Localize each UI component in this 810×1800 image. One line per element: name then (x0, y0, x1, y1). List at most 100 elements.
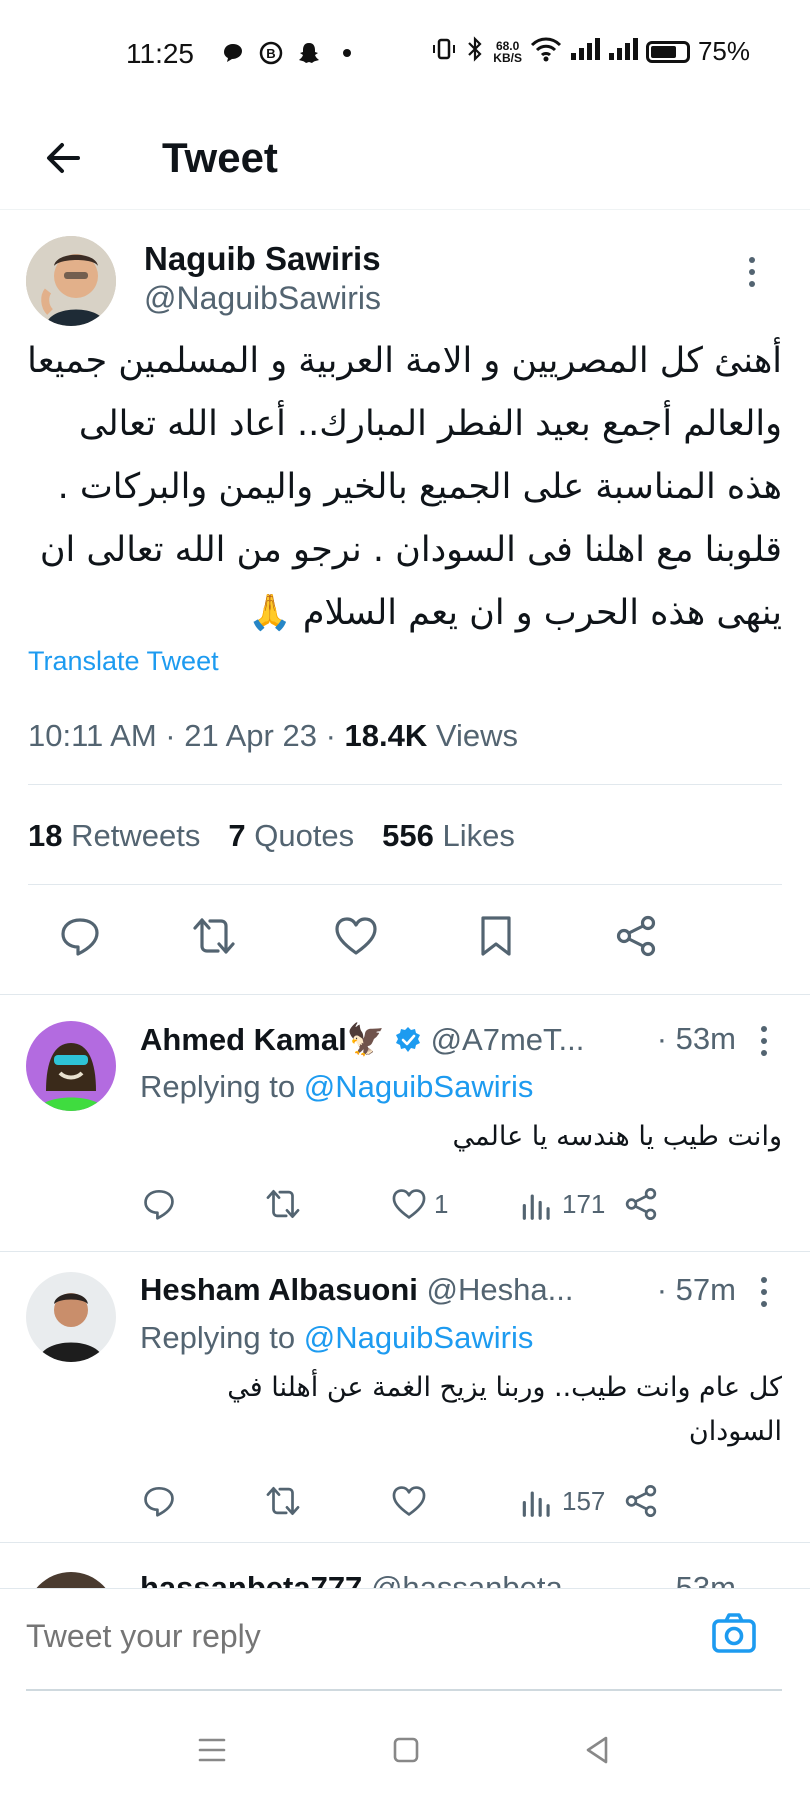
camera-icon[interactable] (710, 1609, 758, 1657)
reply-icon (144, 1486, 174, 1517)
tweet-date: 21 Apr 23 (184, 718, 317, 753)
views-count: 18.4K (344, 718, 428, 753)
retweets-count: 18 (28, 818, 63, 853)
views-action[interactable]: 157 (518, 1482, 605, 1520)
views-count: 157 (562, 1485, 606, 1516)
author-name[interactable]: Naguib Sawiris (144, 240, 381, 278)
share-icon[interactable] (612, 912, 660, 960)
like-count: 1 (434, 1188, 449, 1219)
battery-icon (645, 40, 690, 63)
retweets-stat[interactable]: 18 Retweets (28, 818, 200, 854)
reply-item[interactable]: Ahmed Kamal🦅 @A7meT... · 53m Replying to… (0, 995, 810, 1251)
tweet-text: أهنئ كل المصريين و الامة العربية و المسل… (27, 341, 782, 633)
quotes-label: Quotes (254, 818, 355, 853)
retweet-action[interactable] (264, 1482, 302, 1520)
replying-to-link[interactable]: @NaguibSawiris (304, 1069, 534, 1104)
views-action[interactable]: 171 (518, 1185, 605, 1223)
replying-prefix: Replying to (140, 1320, 296, 1355)
home-square-icon[interactable] (386, 1730, 426, 1770)
divider (0, 1542, 810, 1543)
reply-input[interactable] (26, 1611, 676, 1661)
signal-icon (608, 37, 638, 66)
reply-author-name[interactable]: Ahmed Kamal🦅 (140, 1022, 385, 1057)
reply-author-handle[interactable]: @hassanbeta... (371, 1570, 589, 1588)
reply-action[interactable] (140, 1482, 178, 1520)
bluetooth-icon (465, 36, 485, 67)
reply-author-handle[interactable]: @A7meT... (431, 1022, 585, 1057)
top-app-bar: Tweet (0, 110, 810, 210)
like-action[interactable] (390, 1482, 428, 1520)
bookmark-icon[interactable] (472, 912, 520, 960)
dot-icon (334, 40, 360, 66)
status-bar: 11:25 B 68.0 KB/S 75% (0, 0, 810, 110)
battery-percent: 75% (697, 36, 750, 66)
views-label[interactable]: Views (436, 718, 518, 753)
vibrate-icon (431, 36, 457, 67)
reply-time: · 53m (650, 1570, 736, 1588)
reply-actions: 157 (140, 1482, 770, 1526)
likes-label: Likes (442, 818, 515, 853)
like-icon[interactable] (332, 912, 380, 960)
reply-header: hassanbeta777 @hassanbeta... (140, 1570, 589, 1588)
views-chart-icon (522, 1194, 550, 1220)
share-icon (625, 1485, 657, 1517)
reply-item-partial[interactable]: hassanbeta777 @hassanbeta... · 53m (0, 1548, 810, 1588)
more-options-icon[interactable] (746, 254, 758, 290)
svg-text:B: B (266, 46, 275, 61)
replying-prefix: Replying to (140, 1069, 296, 1104)
divider (28, 884, 782, 885)
author-avatar[interactable] (26, 236, 116, 326)
signal-icon (570, 37, 600, 66)
like-action[interactable]: 1 (390, 1185, 448, 1223)
replying-to-link[interactable]: @NaguibSawiris (304, 1320, 534, 1355)
notification-icons: B (220, 40, 360, 66)
retweet-icon (266, 1486, 300, 1516)
share-action[interactable] (622, 1482, 660, 1520)
tweet-actions (0, 912, 810, 968)
system-icons: 68.0 KB/S 75% (431, 36, 750, 67)
wifi-icon (530, 36, 562, 67)
page-title: Tweet (162, 134, 278, 181)
reply-avatar[interactable] (26, 1021, 116, 1111)
reply-author-name[interactable]: Hesham Albasuoni (140, 1272, 418, 1307)
quotes-stat[interactable]: 7 Quotes (228, 818, 354, 854)
views-chart-icon (522, 1491, 550, 1517)
verified-badge-icon (395, 1027, 420, 1052)
retweet-icon[interactable] (190, 912, 238, 960)
author-handle[interactable]: @NaguibSawiris (144, 280, 381, 317)
translate-tweet-link[interactable]: Translate Tweet (28, 646, 219, 677)
network-speed: 68.0 KB/S (493, 40, 522, 64)
snapchat-icon (296, 40, 322, 66)
reply-author-handle[interactable]: @Hesha... (427, 1272, 574, 1307)
retweet-icon (266, 1189, 300, 1219)
tweet-meta: 10:11 AM · 21 Apr 23 · 18.4K Views (28, 718, 519, 753)
reply-composer (0, 1588, 810, 1698)
b-circle-icon: B (258, 40, 284, 66)
back-triangle-icon[interactable] (578, 1730, 618, 1770)
chat-bubble-icon (220, 40, 246, 66)
views-count: 171 (562, 1188, 606, 1219)
menu-icon[interactable] (192, 1730, 232, 1770)
share-action[interactable] (622, 1185, 660, 1223)
composer-underline (26, 1689, 782, 1691)
reply-avatar[interactable] (26, 1272, 116, 1362)
reply-action[interactable] (140, 1185, 178, 1223)
reply-author-name[interactable]: hassanbeta777 (140, 1570, 362, 1588)
more-options-icon[interactable] (758, 1023, 770, 1059)
reply-item[interactable]: Hesham Albasuoni @Hesha... · 57m Replyin… (0, 1246, 810, 1542)
arrow-left-icon[interactable] (40, 134, 88, 182)
reply-text: وانت طيب يا هندسه يا عالمي (452, 1121, 782, 1152)
tweet-time: 10:11 AM (28, 718, 157, 753)
likes-stat[interactable]: 556 Likes (382, 818, 515, 854)
quotes-count: 7 (228, 818, 246, 853)
network-speed-value: 68.0 (495, 38, 520, 53)
reply-time: · 57m (650, 1272, 736, 1308)
share-icon (625, 1188, 657, 1220)
reply-actions: 1 171 (140, 1185, 770, 1229)
reply-icon (144, 1189, 174, 1220)
reply-avatar[interactable] (26, 1572, 116, 1588)
more-options-icon[interactable] (758, 1274, 770, 1310)
retweets-label: Retweets (71, 818, 201, 853)
reply-icon[interactable] (56, 912, 104, 960)
retweet-action[interactable] (264, 1185, 302, 1223)
